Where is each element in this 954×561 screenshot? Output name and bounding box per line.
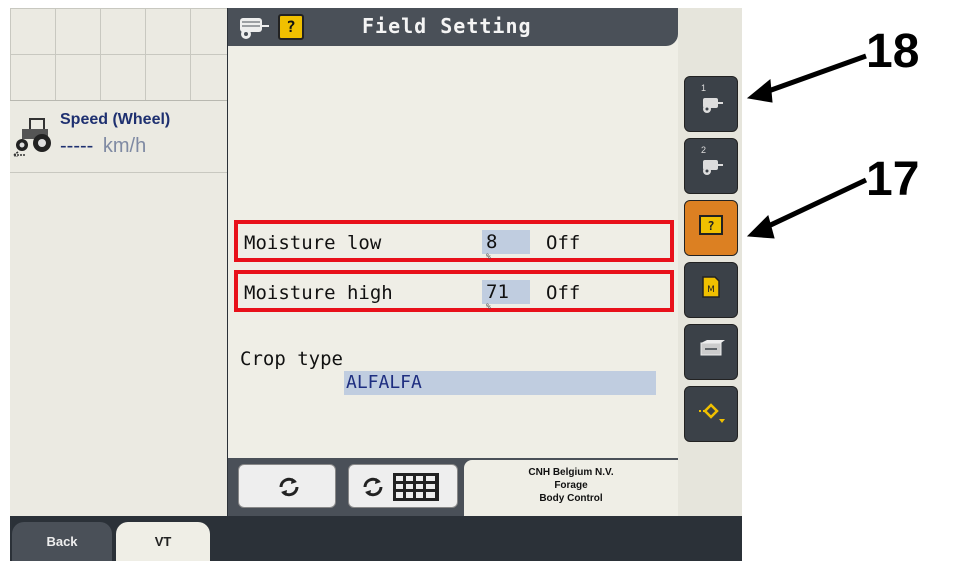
field-setting-icon: ? — [699, 215, 723, 235]
moisture-high-label: Moisture high — [244, 282, 393, 304]
moisture-high-state[interactable]: Off — [546, 282, 580, 304]
moisture-high-value[interactable]: 71 — [482, 280, 530, 304]
speed-unit: km/h — [102, 135, 147, 157]
refresh-grid-button[interactable] — [348, 464, 458, 508]
moisture-low-state[interactable]: Off — [546, 232, 580, 254]
terminal-screen: Speed (Wheel) ----- km/h ? Field Setting — [10, 8, 742, 561]
moisture-high-row[interactable]: Moisture high 71 % Off — [234, 270, 674, 312]
softkey-number: 2 — [701, 145, 707, 155]
speed-title: Speed (Wheel) — [60, 111, 171, 128]
baler-icon — [240, 18, 269, 39]
grid-icon — [393, 473, 439, 501]
crop-type-label: Crop type — [240, 348, 343, 370]
svg-text:?: ? — [707, 219, 714, 233]
tab-bar: Back VT — [10, 516, 742, 561]
tractor-icon — [13, 118, 51, 157]
empty-grid-area — [10, 8, 227, 101]
page-title: Field Setting — [362, 14, 532, 38]
baler-icon — [703, 160, 723, 175]
speed-readout: Speed (Wheel) ----- km/h — [10, 103, 227, 173]
baler-icon — [703, 98, 723, 113]
crop-type-value[interactable]: ALFALFA — [344, 371, 656, 395]
speed-value: ----- km/h — [60, 135, 146, 158]
vt-tab[interactable]: VT — [116, 522, 210, 561]
softkey-memo[interactable]: M — [684, 262, 738, 318]
help-icon: ? — [278, 14, 304, 40]
svg-text:M: M — [707, 285, 715, 295]
bale-icon — [700, 340, 725, 356]
next-page-icon — [699, 403, 725, 423]
company-module: Body Control — [539, 493, 603, 504]
memo-icon: M — [702, 276, 720, 298]
moisture-low-unit: % — [486, 252, 491, 261]
moisture-low-label: Moisture low — [244, 232, 382, 254]
moisture-high-unit: % — [486, 302, 491, 311]
softkey-bale[interactable] — [684, 324, 738, 380]
arrow-18 — [746, 53, 867, 103]
softkey-next-page[interactable] — [684, 386, 738, 442]
softkey-field-setting[interactable]: ? — [684, 200, 738, 256]
softkey-baler-2[interactable]: 2 — [684, 138, 738, 194]
back-tab[interactable]: Back — [12, 522, 112, 561]
moisture-low-row[interactable]: Moisture low 8 % Off — [234, 220, 674, 262]
annotation-arrows — [746, 53, 868, 239]
soft-key-strip: 1 2 ? M — [678, 8, 742, 516]
field-setting-panel: ? Field Setting Moisture low 8 % Off Moi… — [228, 8, 678, 516]
moisture-low-value[interactable]: 8 — [482, 230, 530, 254]
arrow-17 — [746, 177, 868, 239]
company-name: CNH Belgium N.V. — [528, 467, 614, 478]
title-bar: ? Field Setting — [228, 8, 678, 46]
speed-number: ----- — [60, 135, 94, 157]
refresh-icon — [363, 477, 383, 497]
company-info: CNH Belgium N.V. Forage Body Control — [464, 460, 678, 516]
terminal-bezel: Speed (Wheel) ----- km/h ? Field Setting — [0, 0, 750, 561]
company-division: Forage — [554, 480, 588, 491]
softkey-number: 1 — [701, 83, 707, 93]
left-info-panel: Speed (Wheel) ----- km/h — [10, 8, 227, 516]
refresh-icon — [279, 477, 299, 497]
softkey-baler-1[interactable]: 1 — [684, 76, 738, 132]
refresh-button[interactable] — [238, 464, 336, 508]
